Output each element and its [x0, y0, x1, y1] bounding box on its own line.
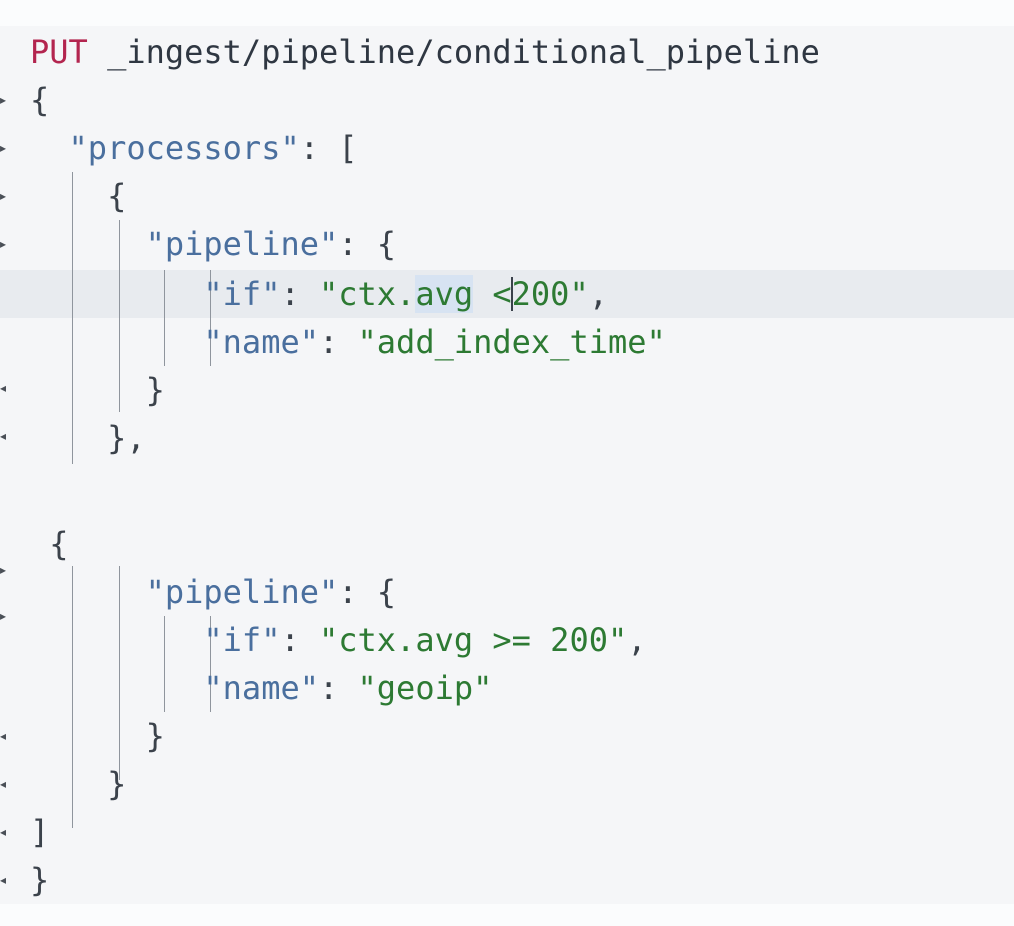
processors-close-bracket: ] — [30, 813, 50, 851]
code-editor[interactable]: ▸ ▸ ▸ ▸ ◂ ◂ ▸ ▸ ◂ ◂ ◂ ◂ PUT _ingest/pipe… — [0, 26, 1014, 904]
fold-arrow-icon[interactable]: ▸ — [0, 76, 10, 124]
body-open-brace: { — [30, 81, 50, 119]
if-value-operator: < — [473, 275, 512, 313]
processor-open-brace: { — [30, 525, 69, 563]
pipeline-close-brace: } — [30, 717, 165, 755]
processor-close-brace: } — [30, 765, 127, 803]
name-key: "name" — [203, 323, 319, 361]
fold-arrow-icon[interactable]: ◂ — [0, 856, 10, 904]
if-key: "if" — [203, 275, 281, 313]
http-method: PUT — [30, 33, 88, 71]
fold-arrow-icon[interactable]: ▸ — [0, 592, 10, 640]
pipeline-key: "pipeline" — [145, 573, 339, 611]
selected-text: avg — [415, 275, 474, 313]
if-key: "if" — [203, 621, 281, 659]
fold-arrow-icon[interactable]: ▸ — [0, 172, 10, 220]
if-value-number: 200" — [511, 275, 589, 313]
processor-open-brace: { — [30, 177, 127, 215]
if-value: "ctx.avg >= 200" — [318, 621, 628, 659]
name-line: "name": "add_index_time" — [203, 323, 666, 361]
if-value-prefix: "ctx. — [318, 275, 416, 313]
bottom-margin — [0, 904, 1014, 926]
processors-key: "processors" — [68, 129, 300, 167]
fold-arrow-icon[interactable]: ▸ — [0, 546, 10, 594]
pipeline-line: "pipeline": { — [145, 225, 397, 263]
fold-arrow-icon[interactable]: ◂ — [0, 712, 10, 760]
if-line[interactable]: "if": "ctx.avg <200", — [30, 270, 608, 318]
pipeline-close-brace: } — [30, 371, 165, 409]
request-path: _ingest/pipeline/conditional_pipeline — [107, 33, 820, 71]
processors-line: "processors": [ — [68, 129, 358, 167]
fold-arrow-icon[interactable]: ▸ — [0, 124, 10, 172]
name-value: "add_index_time" — [357, 323, 666, 361]
fold-arrow-icon[interactable]: ◂ — [0, 412, 10, 460]
fold-arrow-icon[interactable]: ◂ — [0, 760, 10, 808]
top-margin — [0, 0, 1014, 26]
name-line: "name": "geoip" — [203, 669, 493, 707]
fold-arrow-icon[interactable]: ▸ — [0, 220, 10, 268]
request-line[interactable]: PUT _ingest/pipeline/conditional_pipelin… — [30, 28, 820, 76]
name-value: "geoip" — [357, 669, 493, 707]
processor-close-brace: }, — [30, 419, 146, 457]
pipeline-line: "pipeline": { — [145, 573, 397, 611]
body-close-brace: } — [30, 861, 50, 899]
pipeline-key: "pipeline" — [145, 225, 339, 263]
fold-arrow-icon[interactable]: ◂ — [0, 364, 10, 412]
name-key: "name" — [203, 669, 319, 707]
if-line: "if": "ctx.avg >= 200", — [203, 621, 647, 659]
fold-arrow-icon[interactable]: ◂ — [0, 808, 10, 856]
